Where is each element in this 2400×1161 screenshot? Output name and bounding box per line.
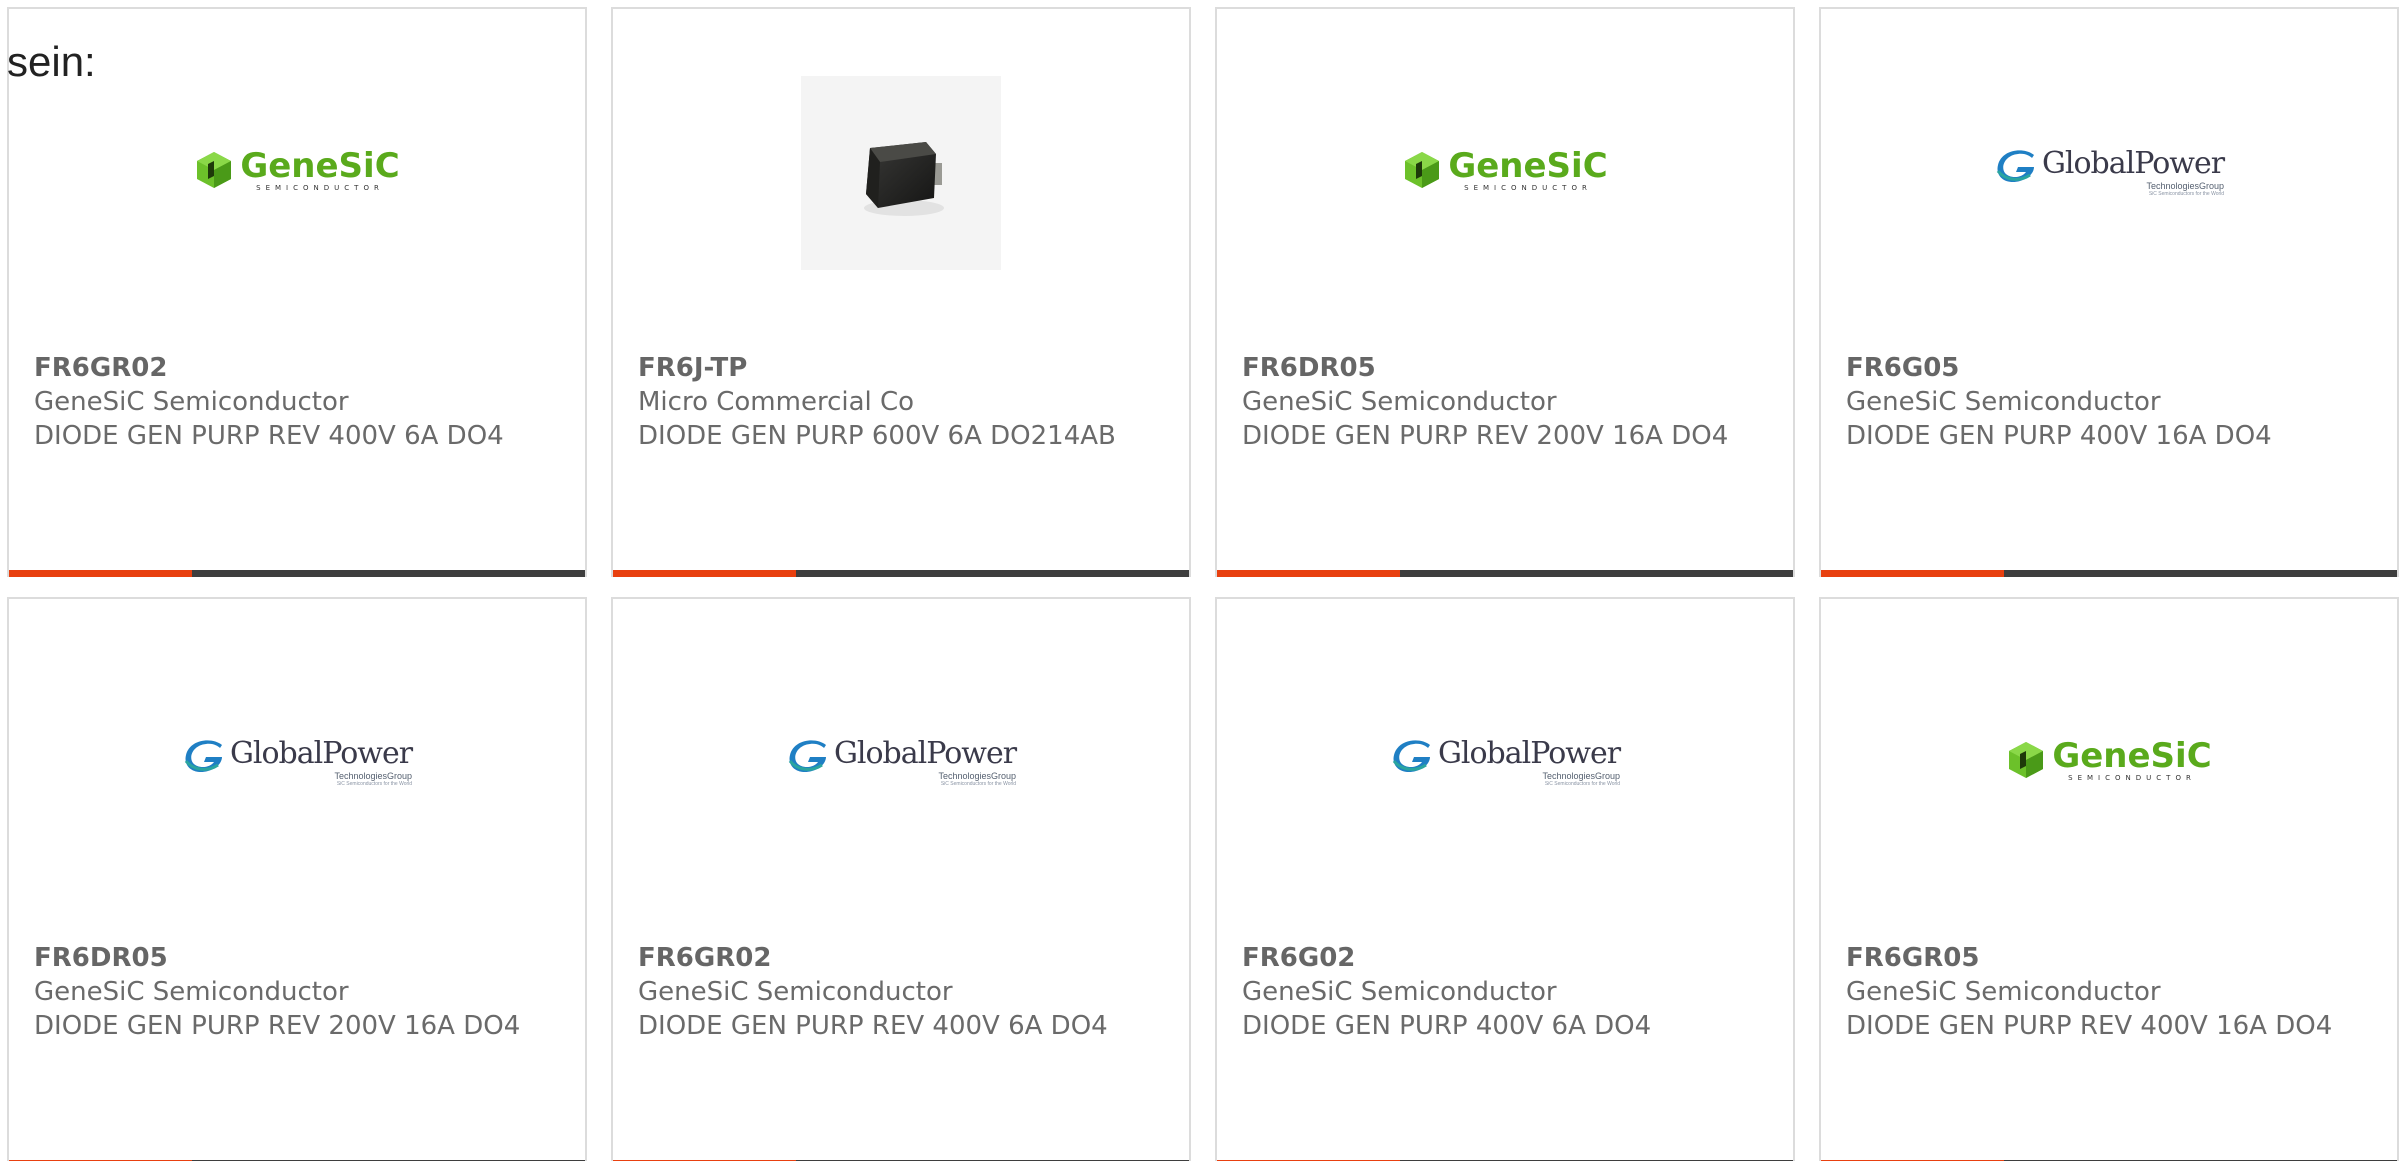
genesic-hexagon-icon [197,152,232,188]
product-image[interactable]: GeneSiC SEMICONDUCTOR [9,73,585,273]
card-accent [1821,570,2004,577]
description: DIODE GEN PURP REV 200V 16A DO4 [1242,421,1729,451]
product-info: FR6GR02 GeneSiC Semiconductor DIODE GEN … [34,351,534,453]
manufacturer: Micro Commercial Co [638,387,915,417]
globalpower-logo: GlobalPower TechnologiesGroup SiC Semico… [786,735,1017,788]
manufacturer: GeneSiC Semiconductor [638,977,953,1007]
part-number[interactable]: FR6G05 [1846,351,2346,385]
genesic-logo-sub: SEMICONDUCTOR [1464,183,1592,192]
globalpower-logo-sub: TechnologiesGroup [1542,770,1621,781]
genesic-logo-sub: SEMICONDUCTOR [256,183,384,192]
description: DIODE GEN PURP REV 400V 6A DO4 [638,1011,1108,1041]
globalpower-logo: GlobalPower TechnologiesGroup SiC Semico… [182,735,413,788]
manufacturer: GeneSiC Semiconductor [1846,977,2161,1007]
card-accent [9,570,192,577]
globalpower-logo: GlobalPower TechnologiesGroup SiC Semico… [1390,735,1621,788]
product-card[interactable]: GeneSiC SEMICONDUCTOR FR6GR02 GeneSiC Se… [7,7,587,577]
part-number[interactable]: FR6DR05 [34,941,534,975]
description: DIODE GEN PURP 600V 6A DO214AB [638,421,1116,451]
globalpower-logo-name: GlobalPower [833,735,1017,771]
product-card[interactable]: GlobalPower TechnologiesGroup SiC Semico… [1215,597,1795,1161]
product-card[interactable]: GeneSiC SEMICONDUCTOR FR6GR05 GeneSiC Se… [1819,597,2399,1161]
description: DIODE GEN PURP 400V 6A DO4 [1242,1011,1652,1041]
product-image[interactable]: GeneSiC SEMICONDUCTOR [1821,663,2397,863]
part-number[interactable]: FR6GR05 [1846,941,2346,975]
product-info: FR6DR05 GeneSiC Semiconductor DIODE GEN … [34,941,534,1043]
part-number[interactable]: FR6GR02 [638,941,1138,975]
product-info: FR6J-TP Micro Commercial Co DIODE GEN PU… [638,351,1138,453]
product-image[interactable]: GlobalPower TechnologiesGroup SiC Semico… [9,663,585,863]
product-card[interactable]: GlobalPower TechnologiesGroup SiC Semico… [7,597,587,1161]
manufacturer: GeneSiC Semiconductor [1242,387,1557,417]
product-info: FR6DR05 GeneSiC Semiconductor DIODE GEN … [1242,351,1742,453]
globalpower-swoosh-icon [184,739,222,772]
genesic-logo-name: GeneSiC [240,145,400,186]
globalpower-logo-tag: SiC Semiconductors for the World [1544,780,1621,787]
product-image[interactable]: GlobalPower TechnologiesGroup SiC Semico… [613,663,1189,863]
globalpower-swoosh-icon [788,739,826,772]
product-card[interactable]: GlobalPower TechnologiesGroup SiC Semico… [611,597,1191,1161]
card-bottom-bar [9,570,585,577]
globalpower-logo: GlobalPower TechnologiesGroup SiC Semico… [1994,145,2225,198]
manufacturer: GeneSiC Semiconductor [1242,977,1557,1007]
product-card[interactable]: GeneSiC SEMICONDUCTOR FR6DR05 GeneSiC Se… [1215,7,1795,577]
genesic-logo: GeneSiC SEMICONDUCTOR [2006,735,2212,783]
globalpower-logo-tag: SiC Semiconductors for the World [940,780,1017,787]
globalpower-logo-sub: TechnologiesGroup [2146,180,2225,191]
manufacturer: GeneSiC Semiconductor [1846,387,2161,417]
globalpower-swoosh-icon [1392,739,1430,772]
product-grid: GeneSiC SEMICONDUCTOR FR6GR02 GeneSiC Se… [7,7,2400,1161]
product-image[interactable]: GeneSiC SEMICONDUCTOR [1217,73,1793,273]
heading-text: sein: [7,38,96,85]
genesic-logo-name: GeneSiC [2052,735,2212,776]
card-accent [613,570,796,577]
globalpower-logo-name: GlobalPower [1437,735,1621,771]
part-number[interactable]: FR6DR05 [1242,351,1742,385]
product-info: FR6GR05 GeneSiC Semiconductor DIODE GEN … [1846,941,2346,1043]
product-info: FR6GR02 GeneSiC Semiconductor DIODE GEN … [638,941,1138,1043]
product-image[interactable]: GlobalPower TechnologiesGroup SiC Semico… [1217,663,1793,863]
globalpower-logo-name: GlobalPower [229,735,413,771]
globalpower-logo-sub: TechnologiesGroup [938,770,1017,781]
globalpower-logo-sub: TechnologiesGroup [334,770,413,781]
globalpower-logo-tag: SiC Semiconductors for the World [336,780,413,787]
globalpower-logo-tag: SiC Semiconductors for the World [2148,190,2225,197]
product-card[interactable]: GlobalPower TechnologiesGroup SiC Semico… [1819,7,2399,577]
manufacturer: GeneSiC Semiconductor [34,387,349,417]
card-bottom-bar [1821,570,2397,577]
product-card[interactable]: FR6J-TP Micro Commercial Co DIODE GEN PU… [611,7,1191,577]
description: DIODE GEN PURP REV 400V 6A DO4 [34,421,504,451]
card-bottom-bar [613,570,1189,577]
genesic-hexagon-icon [1405,152,1440,188]
diode-package-icon [864,142,944,216]
part-number[interactable]: FR6G02 [1242,941,1742,975]
manufacturer: GeneSiC Semiconductor [34,977,349,1007]
genesic-logo: GeneSiC SEMICONDUCTOR [194,145,400,193]
card-bottom-bar [1217,570,1793,577]
diode-package-photo [801,76,1001,270]
description: DIODE GEN PURP 400V 16A DO4 [1846,421,2272,451]
description: DIODE GEN PURP REV 400V 16A DO4 [1846,1011,2333,1041]
globalpower-swoosh-icon [1996,149,2034,182]
genesic-logo-name: GeneSiC [1448,145,1608,186]
product-info: FR6G02 GeneSiC Semiconductor DIODE GEN P… [1242,941,1742,1043]
card-accent [1217,570,1400,577]
globalpower-logo-name: GlobalPower [2041,145,2225,181]
genesic-logo-sub: SEMICONDUCTOR [2068,773,2196,782]
part-number[interactable]: FR6J-TP [638,351,1138,385]
product-image[interactable]: GlobalPower TechnologiesGroup SiC Semico… [1821,73,2397,273]
part-number[interactable]: FR6GR02 [34,351,534,385]
description: DIODE GEN PURP REV 200V 16A DO4 [34,1011,521,1041]
genesic-hexagon-icon [2009,742,2044,778]
product-info: FR6G05 GeneSiC Semiconductor DIODE GEN P… [1846,351,2346,453]
product-image[interactable] [613,73,1189,273]
product-listing-page: sein: GeneSiC SEMICONDUCTOR FR6GR02 Gene… [0,0,2400,1161]
genesic-logo: GeneSiC SEMICONDUCTOR [1402,145,1608,193]
